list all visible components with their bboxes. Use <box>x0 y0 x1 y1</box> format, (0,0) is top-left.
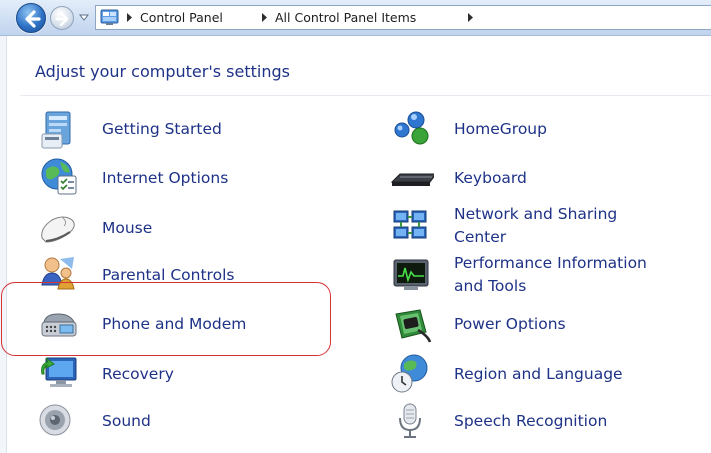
back-button[interactable] <box>16 3 46 33</box>
item-label-line-1[interactable]: Performance Information <box>454 252 647 274</box>
recovery-icon <box>41 357 77 387</box>
breadcrumb-all-items[interactable]: All Control Panel Items <box>275 10 416 25</box>
breadcrumb-separator-icon[interactable] <box>260 12 269 23</box>
page-title: Adjust your computer's settings <box>35 62 290 81</box>
item-mouse[interactable]: Mouse <box>38 206 298 250</box>
homegroup-icon <box>394 111 429 145</box>
internet-options-icon <box>41 158 77 195</box>
item-sound[interactable]: Sound <box>38 400 298 444</box>
network-sharing-icon <box>393 210 427 239</box>
item-speech-recognition[interactable]: Speech Recognition <box>390 400 700 444</box>
mouse-icon <box>41 216 75 243</box>
breadcrumb-separator-icon[interactable] <box>125 12 134 23</box>
region-language-icon <box>391 354 428 393</box>
item-label[interactable]: Internet Options <box>102 167 228 189</box>
getting-started-icon <box>41 111 71 149</box>
item-label[interactable]: Region and Language <box>454 363 623 385</box>
breadcrumb-separator-icon[interactable] <box>466 12 475 23</box>
item-label-line-2[interactable]: and Tools <box>454 275 526 297</box>
breadcrumb-control-panel[interactable]: Control Panel <box>140 10 223 25</box>
item-label[interactable]: Keyboard <box>454 167 527 189</box>
forward-button[interactable] <box>50 6 74 30</box>
recent-pages-dropdown-icon[interactable] <box>78 12 90 24</box>
item-label[interactable]: Speech Recognition <box>454 410 607 432</box>
item-label-line-2[interactable]: Center <box>454 226 506 248</box>
item-power-options[interactable]: Power Options <box>390 302 700 346</box>
item-label[interactable]: Mouse <box>102 217 152 239</box>
item-keyboard[interactable]: Keyboard <box>390 156 700 200</box>
navigation-pane-edge <box>0 36 7 453</box>
power-options-icon <box>395 309 432 343</box>
item-region-language[interactable]: Region and Language <box>390 352 700 396</box>
performance-icon <box>393 259 429 290</box>
item-network-sharing-center[interactable]: Network and Sharing Center <box>390 203 710 251</box>
divider <box>20 95 711 96</box>
speech-recognition-icon <box>399 403 421 438</box>
item-label[interactable]: Getting Started <box>102 118 222 140</box>
sound-icon <box>39 404 71 436</box>
highlight-annotation <box>1 282 331 356</box>
item-label[interactable]: HomeGroup <box>454 118 547 140</box>
control-panel-icon <box>100 9 119 25</box>
item-label[interactable]: Power Options <box>454 313 566 335</box>
keyboard-icon <box>390 173 434 186</box>
item-getting-started[interactable]: Getting Started <box>38 108 298 152</box>
back-arrow-icon <box>25 10 41 28</box>
item-label[interactable]: Sound <box>102 410 151 432</box>
item-label-line-1[interactable]: Network and Sharing <box>454 203 617 225</box>
item-label[interactable]: Recovery <box>102 363 174 385</box>
forward-arrow-icon <box>55 11 69 27</box>
item-internet-options[interactable]: Internet Options <box>38 156 298 200</box>
address-field[interactable]: Control Panel All Control Panel Items <box>95 5 711 30</box>
item-homegroup[interactable]: HomeGroup <box>390 108 700 152</box>
item-performance-information[interactable]: Performance Information and Tools <box>390 252 710 300</box>
address-toolbar: Control Panel All Control Panel Items <box>0 0 711 36</box>
item-recovery[interactable]: Recovery <box>38 352 298 396</box>
